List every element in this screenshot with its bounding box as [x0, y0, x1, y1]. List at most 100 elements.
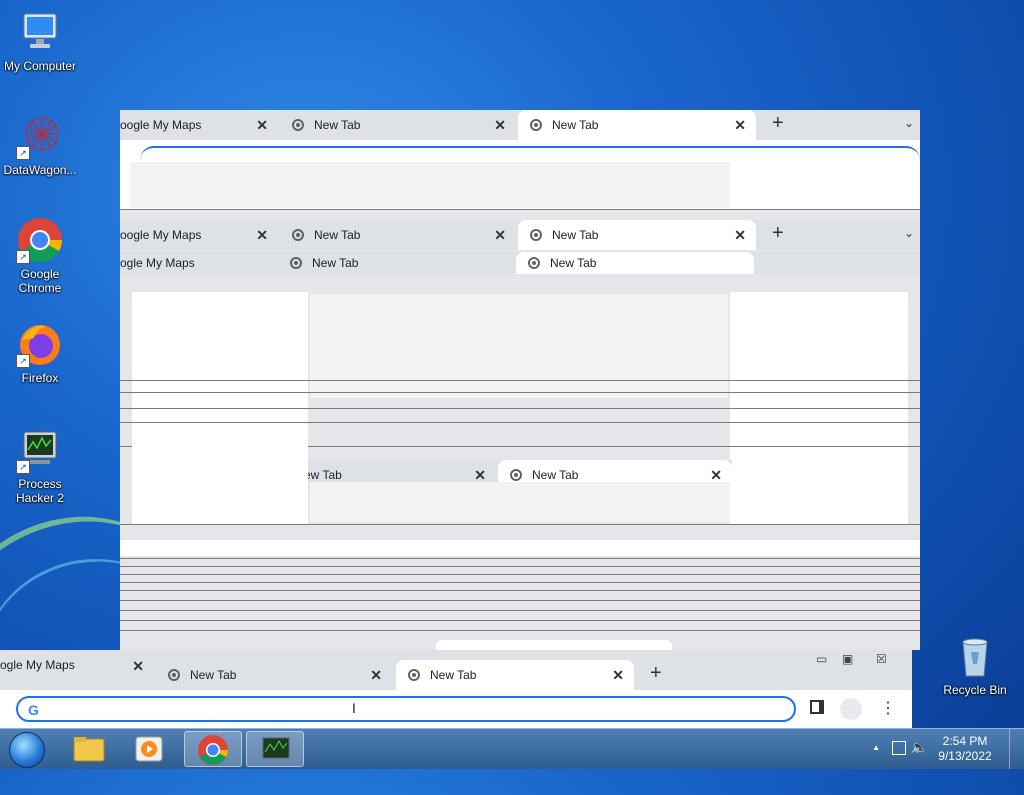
clock-time: 2:54 PM — [942, 734, 988, 748]
chrome-favicon-icon — [528, 257, 540, 269]
desktop-icon-process-hacker[interactable]: ↗ Process Hacker 2 — [0, 426, 80, 505]
shortcut-arrow-icon: ↗ — [16, 460, 30, 474]
tab-label: oogle My Maps — [120, 118, 202, 132]
desktop-icon-label: Recycle Bin — [943, 683, 1007, 697]
tab-google-my-maps[interactable]: oogle My Maps ✕ — [120, 110, 278, 140]
desktop-icon-label: My Computer — [3, 59, 77, 73]
close-window-button[interactable]: ☒ — [876, 652, 887, 666]
desktop-icon-recycle-bin[interactable]: Recycle Bin — [935, 632, 1015, 697]
tab-strip-ghost-3: ogle My Maps New Tab New Tab — [120, 252, 920, 274]
datawagon-icon: ↗ — [16, 112, 64, 160]
menu-kebab-icon[interactable]: ⋮ — [880, 698, 896, 718]
chrome-favicon-icon — [168, 669, 180, 681]
divider — [120, 630, 920, 631]
smear-block-center — [310, 294, 728, 398]
tab-label: New Tab — [552, 118, 599, 132]
desktop-icon-datawagon[interactable]: ↗ DataWagon... — [0, 112, 80, 177]
tab-search-dropdown-icon[interactable]: ⌄ — [904, 116, 914, 130]
tab-new-tab-1[interactable]: New Tab — [278, 252, 514, 274]
divider — [120, 582, 920, 583]
tab-new-tab-1[interactable]: New Tab ✕ — [280, 220, 516, 250]
tab-new-tab-active[interactable]: New Tab — [516, 252, 754, 274]
process-hacker-icon — [262, 737, 290, 759]
desktop-icon-firefox[interactable]: ↗ Firefox — [0, 320, 80, 385]
desktop-icon-label: DataWagon... — [3, 163, 77, 177]
close-tab-icon[interactable]: ✕ — [370, 667, 382, 684]
divider — [120, 566, 920, 567]
clock[interactable]: 2:54 PM 9/13/2022 — [930, 734, 1000, 764]
google-g-icon: G — [28, 702, 39, 718]
tab-label: oogle My Maps — [120, 228, 202, 242]
tab-label: ew Tab — [304, 468, 342, 482]
tab-new-tab-1[interactable]: New Tab ✕ — [156, 660, 392, 690]
tab-new-tab-active[interactable]: New Tab ✕ — [396, 660, 634, 690]
desktop-icon-label: Process Hacker 2 — [15, 477, 65, 505]
close-tab-icon[interactable]: ✕ — [612, 667, 624, 684]
show-hidden-icons-icon[interactable]: ▲ — [872, 743, 880, 752]
taskbar-chrome[interactable] — [184, 731, 242, 767]
taskbar-media-player[interactable] — [120, 731, 178, 767]
profile-avatar-icon[interactable] — [840, 698, 862, 720]
network-icon[interactable] — [892, 741, 906, 755]
chrome-favicon-icon — [292, 229, 304, 241]
divider — [120, 574, 920, 575]
close-tab-icon[interactable]: ✕ — [256, 117, 268, 134]
close-tab-icon[interactable]: ✕ — [734, 227, 746, 244]
close-tab-icon[interactable]: ✕ — [494, 117, 506, 134]
tab-new-tab-active[interactable]: New Tab ✕ — [518, 220, 756, 250]
chrome-icon — [198, 735, 228, 765]
tab-new-tab-1[interactable]: New Tab ✕ — [280, 110, 516, 140]
computer-icon — [16, 8, 64, 56]
desktop-icon-google-chrome[interactable]: ↗ Google Chrome — [0, 216, 80, 295]
side-panel-icon[interactable] — [810, 700, 824, 714]
minimize-button[interactable]: ▭ — [816, 652, 827, 666]
smear-tab-top — [436, 640, 672, 650]
taskbar-explorer[interactable] — [60, 731, 118, 767]
taskbar: ▲ 🔈 2:54 PM 9/13/2022 — [0, 728, 1024, 769]
new-tab-button[interactable]: + — [772, 222, 784, 245]
clock-date: 9/13/2022 — [938, 749, 992, 763]
start-button[interactable] — [4, 731, 48, 768]
new-tab-button[interactable]: + — [650, 662, 662, 685]
shortcut-arrow-icon: ↗ — [16, 146, 30, 160]
tab-label: New Tab — [312, 256, 359, 270]
chrome-favicon-icon — [290, 257, 302, 269]
tab-label: New Tab — [552, 228, 599, 242]
close-tab-icon[interactable]: ✕ — [734, 117, 746, 134]
close-tab-icon[interactable]: ✕ — [494, 227, 506, 244]
show-desktop-button[interactable] — [1009, 729, 1024, 769]
tab-search-dropdown-icon[interactable]: ⌄ — [904, 226, 914, 240]
divider — [120, 620, 920, 621]
maximize-button[interactable]: ▣ — [842, 652, 853, 666]
tab-label: New Tab — [190, 668, 237, 682]
close-tab-icon[interactable]: ✕ — [132, 658, 144, 675]
omnibox[interactable]: G I — [16, 696, 796, 722]
media-player-icon — [135, 736, 163, 762]
smear-strip — [120, 540, 920, 556]
smear-block-center-2 — [310, 482, 730, 522]
shortcut-arrow-icon: ↗ — [16, 250, 30, 264]
tab-new-tab-active[interactable]: New Tab ✕ — [518, 110, 756, 140]
tab-google-my-maps[interactable]: ogle My Maps — [120, 252, 276, 274]
divider — [120, 408, 920, 409]
tab-label: ogle My Maps — [120, 256, 195, 270]
divider — [120, 380, 920, 381]
divider — [120, 558, 920, 559]
tab-strip: oogle My Maps ✕ New Tab ✕ New Tab ✕ + ⌄ — [120, 110, 920, 140]
chrome-favicon-icon — [292, 119, 304, 131]
tab-google-my-maps[interactable]: ogle My Maps ✕ — [0, 650, 154, 680]
divider — [120, 422, 920, 423]
new-tab-button[interactable]: + — [772, 112, 784, 135]
volume-icon[interactable]: 🔈 — [911, 739, 928, 756]
desktop-icon-my-computer[interactable]: My Computer — [0, 8, 80, 73]
taskbar-process-hacker[interactable] — [246, 731, 304, 767]
chrome-icon: ↗ — [16, 216, 64, 264]
divider — [120, 600, 920, 601]
tab-google-my-maps[interactable]: oogle My Maps ✕ — [120, 220, 278, 250]
close-tab-icon[interactable]: ✕ — [256, 227, 268, 244]
browser-window: ogle My Maps ✕ New Tab ✕ New Tab ✕ + ▭ ▣… — [0, 650, 912, 728]
tab-label: New Tab — [532, 468, 579, 482]
recycle-bin-icon — [951, 632, 999, 680]
shortcut-arrow-icon: ↗ — [16, 354, 30, 368]
tab-strip-ghost-2: oogle My Maps ✕ New Tab ✕ New Tab ✕ + ⌄ — [120, 220, 920, 250]
